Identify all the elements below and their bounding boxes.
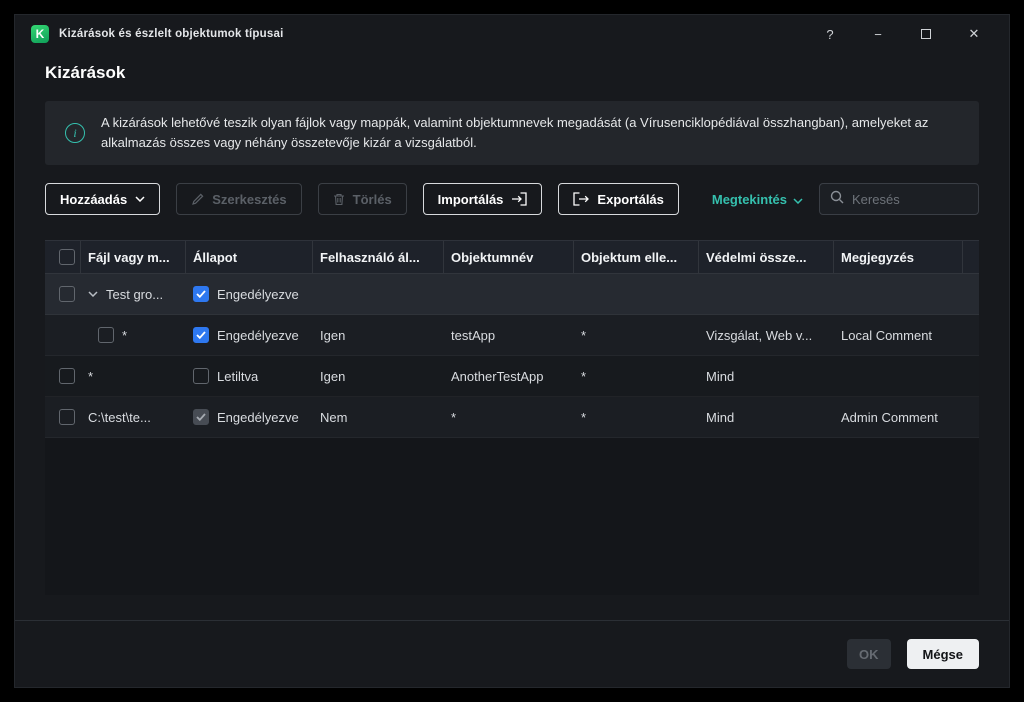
row-select-checkbox[interactable] — [59, 286, 75, 302]
chevron-down-icon[interactable] — [88, 291, 98, 297]
export-button-label: Exportálás — [597, 192, 663, 207]
help-button[interactable]: ? — [823, 27, 837, 41]
file-path: C:\test\te... — [88, 410, 151, 425]
view-button[interactable]: Megtekintés — [712, 192, 803, 207]
add-button[interactable]: Hozzáadás — [45, 183, 160, 215]
add-button-label: Hozzáadás — [60, 192, 127, 207]
window-title: Kizárások és észlelt objektumok típusai — [59, 28, 283, 40]
user-defined: Nem — [320, 410, 347, 425]
table-row[interactable]: * Letiltva Igen AnotherTestApp * Mind — [45, 356, 979, 397]
search-input[interactable] — [852, 192, 968, 207]
delete-button-label: Törlés — [353, 192, 392, 207]
status-label: Engedélyezve — [217, 410, 299, 425]
object-name: AnotherTestApp — [451, 369, 544, 384]
file-mask: * — [88, 369, 93, 384]
edit-button[interactable]: Szerkesztés — [176, 183, 301, 215]
user-defined: Igen — [320, 369, 345, 384]
minimize-button[interactable]: − — [871, 27, 885, 41]
view-button-label: Megtekintés — [712, 192, 787, 207]
row-select-checkbox[interactable] — [59, 368, 75, 384]
chevron-down-icon — [793, 192, 803, 207]
table-row[interactable]: * Engedélyezve Igen testApp * Vizsgálat,… — [45, 315, 979, 356]
column-header-protection[interactable]: Védelmi össze... — [699, 241, 834, 273]
status-label: Letiltva — [217, 369, 258, 384]
dialog-window: K Kizárások és észlelt objektumok típusa… — [14, 14, 1010, 688]
import-button-label: Importálás — [438, 192, 504, 207]
maximize-icon — [921, 29, 931, 39]
user-defined: Igen — [320, 328, 345, 343]
exclusions-table: Fájl vagy m... Állapot Felhasználó ál...… — [45, 240, 979, 595]
column-header-comment[interactable]: Megjegyzés — [834, 241, 963, 273]
select-all-checkbox[interactable] — [59, 249, 75, 265]
object-name: testApp — [451, 328, 495, 343]
row-select-checkbox[interactable] — [98, 327, 114, 343]
chevron-down-icon — [135, 196, 145, 202]
import-icon — [511, 192, 527, 206]
search-box[interactable] — [819, 183, 979, 215]
object-detect: * — [581, 369, 586, 384]
footer: OK Mégse — [15, 620, 1009, 687]
pencil-icon — [191, 193, 204, 206]
comment: Local Comment — [841, 328, 932, 343]
export-icon — [573, 192, 589, 206]
table-body: Test gro... Engedélyezve * — [45, 274, 979, 438]
kaspersky-logo-icon: K — [31, 25, 49, 43]
status-checkbox[interactable] — [193, 409, 209, 425]
export-button[interactable]: Exportálás — [558, 183, 678, 215]
status-label: Engedélyezve — [217, 287, 299, 302]
protection-components: Vizsgálat, Web v... — [706, 328, 812, 343]
maximize-button[interactable] — [919, 27, 933, 41]
group-name: Test gro... — [106, 287, 163, 302]
status-checkbox[interactable] — [193, 327, 209, 343]
titlebar: K Kizárások és észlelt objektumok típusa… — [15, 15, 1009, 53]
table-row-group[interactable]: Test gro... Engedélyezve — [45, 274, 979, 315]
status-checkbox[interactable] — [193, 368, 209, 384]
trash-icon — [333, 193, 345, 206]
close-button[interactable]: ✕ — [967, 27, 981, 41]
object-name: * — [451, 410, 456, 425]
search-icon — [830, 190, 844, 209]
info-banner-text: A kizárások lehetővé teszik olyan fájlok… — [101, 113, 959, 153]
comment: Admin Comment — [841, 410, 938, 425]
cancel-button[interactable]: Mégse — [907, 639, 979, 669]
toolbar: Hozzáadás Szerkesztés Törlés Importálás … — [45, 183, 979, 215]
column-header-detect[interactable]: Objektum elle... — [574, 241, 699, 273]
column-header-user[interactable]: Felhasználó ál... — [313, 241, 444, 273]
object-detect: * — [581, 410, 586, 425]
table-row[interactable]: C:\test\te... Engedélyezve Nem * * Mind … — [45, 397, 979, 438]
table-header-row: Fájl vagy m... Állapot Felhasználó ál...… — [45, 240, 979, 274]
import-button[interactable]: Importálás — [423, 183, 543, 215]
ok-button[interactable]: OK — [847, 639, 891, 669]
protection-components: Mind — [706, 369, 734, 384]
status-checkbox[interactable] — [193, 286, 209, 302]
row-select-checkbox[interactable] — [59, 409, 75, 425]
edit-button-label: Szerkesztés — [212, 192, 286, 207]
object-detect: * — [581, 328, 586, 343]
column-header-file[interactable]: Fájl vagy m... — [81, 241, 186, 273]
info-icon: i — [65, 123, 85, 143]
page-title: Kizárások — [45, 61, 979, 85]
status-label: Engedélyezve — [217, 328, 299, 343]
file-mask: * — [122, 328, 127, 343]
column-header-status[interactable]: Állapot — [186, 241, 313, 273]
delete-button[interactable]: Törlés — [318, 183, 407, 215]
info-banner: i A kizárások lehetővé teszik olyan fájl… — [45, 101, 979, 165]
protection-components: Mind — [706, 410, 734, 425]
column-header-object[interactable]: Objektumnév — [444, 241, 574, 273]
